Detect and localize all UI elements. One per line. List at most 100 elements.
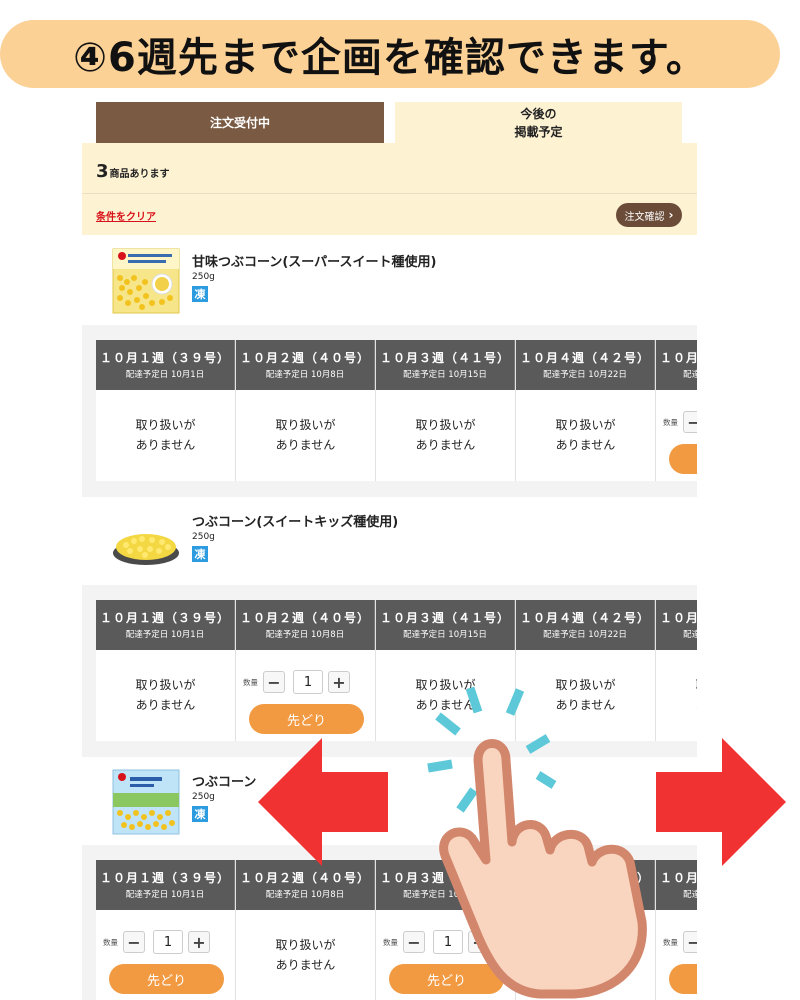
preorder-button[interactable]: 先どり xyxy=(669,444,697,474)
quantity-label: 数量 xyxy=(103,938,118,947)
product-image-corn-bowl xyxy=(113,534,179,565)
week-label: １０月１週（３９号） xyxy=(99,611,230,625)
week-label: １０月３週（４１号） xyxy=(379,871,510,885)
summary-panel: 3商品あります 条件をクリア 注文確認 › xyxy=(82,143,697,235)
quantity-label: 数量 xyxy=(663,418,678,427)
product-count-suffix: 商品あります xyxy=(109,169,170,180)
tab-upcoming[interactable]: 今後の 掲載予定 xyxy=(395,102,682,144)
week-header: １０月２週（４０号） 配達予定日 10月8日 xyxy=(236,600,375,650)
week-column: １０月１週（３９号） 配達予定日 10月1日 取り扱いが ありません xyxy=(96,600,236,741)
week-label: １０月４週（４２号） xyxy=(519,611,650,625)
product-name[interactable]: つぶコーン(スイートキッズ種使用) xyxy=(192,511,398,530)
not-available-line2: ありません xyxy=(656,695,697,715)
quantity-input[interactable]: 1 xyxy=(293,670,323,694)
quantity-decrease-button[interactable]: − xyxy=(403,931,425,953)
week-label: １０月４週（４２号） xyxy=(519,351,650,365)
not-available-line1: 取り扱いが xyxy=(135,678,196,692)
banner-text: ④6週先まで企画を確認できます。 xyxy=(73,35,707,81)
week-label: １０月１週（３９号） xyxy=(99,351,230,365)
week-label: １０月５週（４３号） xyxy=(659,351,697,365)
delivery-date: 配達予定日 10月8日 xyxy=(265,630,345,640)
not-available-line2: ありません xyxy=(555,958,616,972)
delivery-date: 配達予定日 10月29日 xyxy=(683,890,697,900)
week-header: １０月３週（４１号） 配達予定日 10月15日 xyxy=(376,860,515,910)
not-available-line2: ありません xyxy=(135,698,196,712)
not-available-text: 取り扱いがありません xyxy=(96,675,235,715)
week-header: １０月５週（４３号） 配達予定日 10月29日 xyxy=(656,340,697,390)
week-grid: １０月１週（３９号） 配達予定日 10月1日 取り扱いが ありません １０月２週（４０号… xyxy=(96,340,697,481)
not-available-line1: 取り扱いが xyxy=(555,938,616,952)
quantity-decrease-button[interactable]: − xyxy=(263,671,285,693)
preorder-button[interactable]: 先どり xyxy=(389,964,504,994)
week-label: １０月１週（３９号） xyxy=(99,871,230,885)
quantity-label: 数量 xyxy=(243,678,258,687)
product-card: つぶコーン 250g 凍 xyxy=(82,757,697,845)
product-count-number: 3 xyxy=(96,161,109,182)
tab-ordering[interactable]: 注文受付中 xyxy=(96,102,384,143)
not-available-text: 取り扱いがありません xyxy=(516,675,655,715)
quantity-decrease-button[interactable]: − xyxy=(123,931,145,953)
delivery-date: 配達予定日 10月15日 xyxy=(403,890,487,900)
delivery-date: 配達予定日 10月8日 xyxy=(265,890,345,900)
not-available-text: 取り扱いがありません xyxy=(236,935,375,975)
week-column: １０月３週（４１号） 配達予定日 10月15日数量 −1 + 先どり xyxy=(376,860,516,1000)
not-available-line1: 取り扱いが xyxy=(275,418,336,432)
delivery-date: 配達予定日 10月22日 xyxy=(543,630,627,640)
week-column: １０月２週（４０号） 配達予定日 10月8日数量 −1 + 先どり xyxy=(236,600,376,741)
product-name[interactable]: 甘味つぶコーン(スーパースイート種使用) xyxy=(192,251,436,270)
week-column: １０月２週（４０号） 配達予定日 10月8日取り扱いが ありません xyxy=(236,860,376,1000)
preorder-button[interactable]: 先どり xyxy=(249,704,364,734)
preorder-button[interactable]: 先どり xyxy=(669,964,697,994)
delivery-date: 配達予定日 10月29日 xyxy=(683,370,697,380)
quantity-decrease-button[interactable]: − xyxy=(683,411,697,433)
not-available-text: 取り扱いがありません xyxy=(516,935,655,975)
quantity-label: 数量 xyxy=(383,938,398,947)
week-header: １０月４週（４２号） 配達予定日 10月22日 xyxy=(516,340,655,390)
week-header: １０月５週（４３号） 配達予定日 10月29日 xyxy=(656,600,697,650)
week-column: １０月４週（４２号） 配達予定日 10月22日取り扱いがありません xyxy=(516,600,656,741)
quantity-input[interactable]: 1 xyxy=(433,930,463,954)
week-column: １０月５週（４３号）配達予定日 10月29日数量−1+先どり xyxy=(656,860,697,1000)
delivery-date: 配達予定日 10月1日 xyxy=(125,370,205,380)
delivery-date: 配達予定日 10月22日 xyxy=(543,890,627,900)
week-column: １０月３週（４１号） 配達予定日 10月15日 取り扱いが ありません xyxy=(376,340,516,481)
product-name[interactable]: つぶコーン xyxy=(192,771,256,790)
delivery-date: 配達予定日 10月8日 xyxy=(265,370,345,380)
quantity-increase-button[interactable]: + xyxy=(188,931,210,953)
quantity-label: 数量 xyxy=(663,938,678,947)
week-label: １０月５週（４３号） xyxy=(659,611,697,625)
not-available-line2: ありません xyxy=(555,438,616,452)
not-available-text: 取り扱いがありません xyxy=(516,415,655,455)
week-label: １０月５週（４３号） xyxy=(659,871,697,885)
quantity-input[interactable]: 1 xyxy=(153,930,183,954)
delivery-date: 配達予定日 10月15日 xyxy=(403,370,487,380)
delivery-date: 配達予定日 10月15日 xyxy=(403,630,487,640)
instruction-banner: ④6週先まで企画を確認できます。 xyxy=(0,20,780,88)
delivery-date: 配達予定日 10月22日 xyxy=(543,370,627,380)
week-label: １０月３週（４１号） xyxy=(379,351,510,365)
week-label: １０月２週（４０号） xyxy=(239,871,370,885)
not-available-line2: ありません xyxy=(555,698,616,712)
not-available-line2: ありません xyxy=(415,438,476,452)
week-label: １０月３週（４１号） xyxy=(379,611,510,625)
order-confirm-label: 注文確認 xyxy=(624,211,665,223)
week-column: １０月２週（４０号） 配達予定日 10月8日 取り扱いが ありません xyxy=(236,340,376,481)
quantity-increase-button[interactable]: + xyxy=(328,671,350,693)
preorder-button[interactable]: 先どり xyxy=(109,964,224,994)
not-available-line2: ありません xyxy=(275,438,336,452)
quantity-decrease-button[interactable]: − xyxy=(683,931,697,953)
tab-upcoming-label-line1: 今後の xyxy=(520,107,557,121)
not-available-text: 取り扱いがありません xyxy=(236,415,375,455)
order-confirm-button[interactable]: 注文確認 › xyxy=(616,203,682,227)
clear-filters-link[interactable]: 条件をクリア xyxy=(96,208,156,223)
week-schedule: １０月１週（３９号） 配達予定日 10月1日 取り扱いが ありません １０月２週（４０号… xyxy=(82,585,697,757)
not-available-line1: 取り扱いが xyxy=(555,678,616,692)
product-card: 甘味つぶコーン(スーパースイート種使用) 250g 凍 xyxy=(82,235,697,325)
frozen-badge: 凍 xyxy=(192,806,208,822)
week-schedule: １０月１週（３９号） 配達予定日 10月1日 取り扱いが ありません １０月２週（４０号… xyxy=(82,325,697,497)
quantity-increase-button[interactable]: + xyxy=(468,931,490,953)
week-column: １０月１週（３９号） 配達予定日 10月1日 数量 −1 + 先どり xyxy=(96,860,236,1000)
frozen-badge: 凍 xyxy=(192,286,208,302)
product-card: つぶコーン(スイートキッズ種使用) 250g 凍 xyxy=(82,497,697,585)
app-screen: 注文受付中 今後の 掲載予定 3商品あります 条件をクリア 注文確認 › 甘味つ… xyxy=(82,102,697,1000)
